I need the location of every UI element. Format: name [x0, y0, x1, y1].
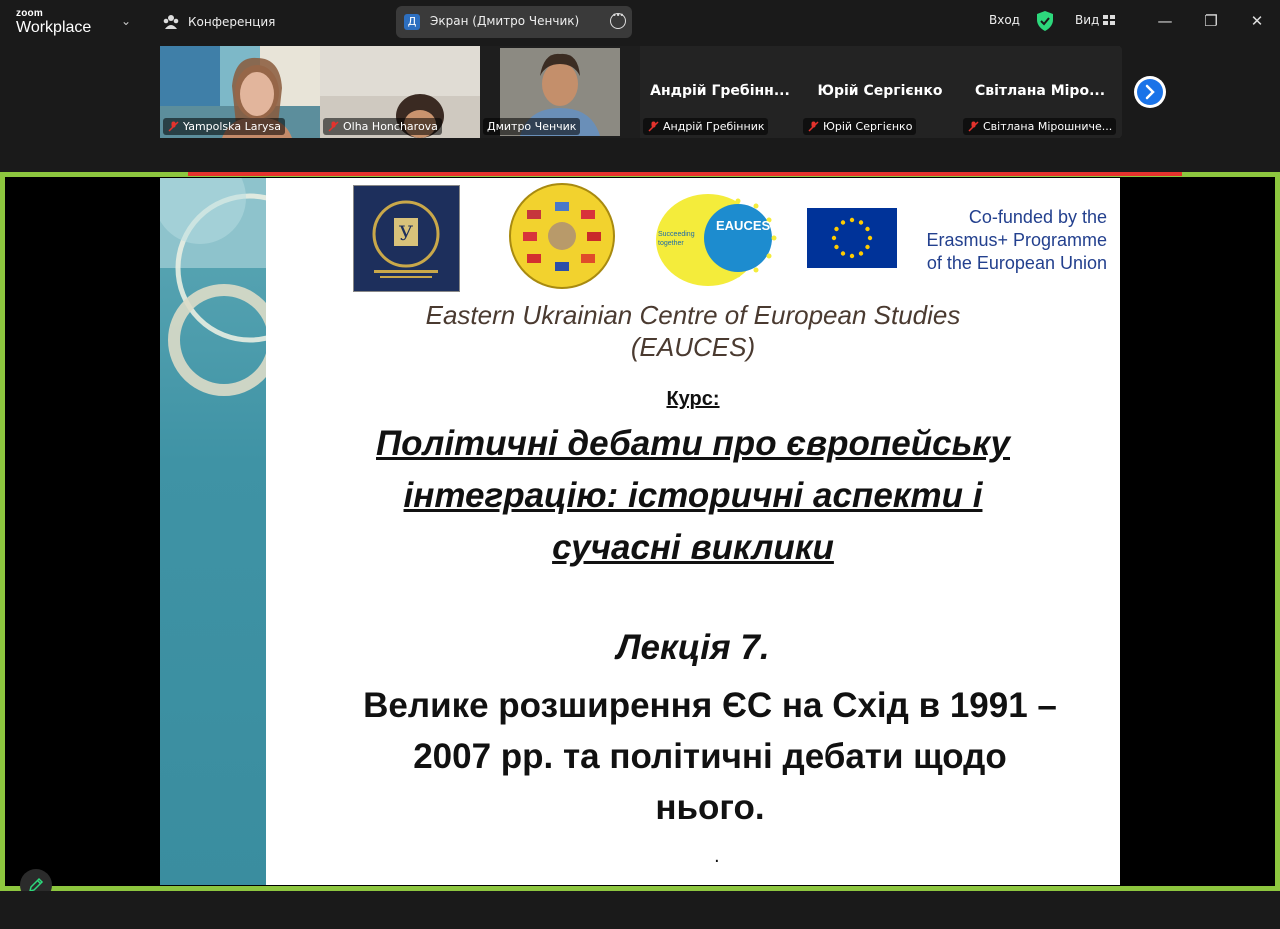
- view-button[interactable]: Вид: [1075, 13, 1116, 27]
- university-logo: У: [353, 185, 460, 292]
- participant-name: Юрій Сергієнко: [823, 120, 913, 133]
- participant-tile[interactable]: Андрій Гребінн... Андрій Гребінник: [640, 46, 800, 138]
- enter-button[interactable]: Вход: [989, 13, 1020, 27]
- course-title-line: інтеграцію: історичні аспекти і: [403, 476, 983, 515]
- minimize-icon[interactable]: —: [1153, 10, 1177, 32]
- course-label: Курс:: [666, 388, 720, 410]
- muted-mic-icon: [168, 121, 179, 132]
- eu-flag: [807, 208, 897, 268]
- muted-mic-icon: [648, 121, 659, 132]
- participant-name-tag: Дмитро Ченчик: [483, 118, 581, 135]
- presentation-slide: У EAUCES Succeeding together Co-funded b…: [160, 178, 1120, 885]
- sharer-avatar: Д: [404, 14, 420, 30]
- bottom-bar: [0, 891, 1280, 929]
- svg-text:У: У: [399, 221, 414, 245]
- participant-display-name: Андрій Гребінн...: [650, 83, 790, 99]
- participant-name-tag: Olha Honcharova: [323, 118, 442, 135]
- course-title-line: Політичні дебати про європейську: [376, 424, 1010, 463]
- participant-name-tag: Yampolska Larysa: [163, 118, 285, 135]
- participants-icon: [163, 15, 179, 29]
- slide-decorative-sidebar: [160, 178, 266, 885]
- chevron-down-icon[interactable]: ⌄: [121, 14, 131, 28]
- participant-name: Світлана Мірошниче...: [983, 120, 1113, 133]
- presentation-progress-bar: [188, 172, 1182, 176]
- cofunded-text: Co-funded by the Erasmus+ Programme of t…: [912, 206, 1107, 275]
- participant-name: Olha Honcharova: [343, 120, 438, 133]
- next-participants-button[interactable]: [1134, 76, 1166, 108]
- screen-share-label: Экран (Дмитро Ченчик): [430, 14, 580, 28]
- security-shield-icon[interactable]: [1035, 10, 1055, 32]
- eauces-logo-text: EAUCES: [716, 218, 771, 233]
- muted-mic-icon: [808, 121, 819, 132]
- chevron-right-icon: [1145, 84, 1155, 100]
- lecture-title: Велике розширення ЄС на Схід в 1991 – 20…: [310, 680, 1110, 833]
- meeting-label: Конференция: [188, 15, 276, 29]
- lecture-title-line: нього.: [655, 788, 765, 827]
- eu-stars-icon: [831, 217, 873, 259]
- course-title-line: сучасні виклики: [552, 528, 834, 567]
- restore-icon[interactable]: ❐: [1199, 10, 1223, 32]
- zoom-workplace-logo: zoom Workplace: [16, 8, 126, 38]
- cofunded-line: Erasmus+ Programme: [926, 230, 1107, 250]
- lecture-number: Лекція 7.: [616, 628, 770, 667]
- course-title: Політичні дебати про європейську інтегра…: [266, 418, 1120, 574]
- muted-mic-icon: [968, 121, 979, 132]
- title-bar: zoom Workplace ⌄ Конференция Д Экран (Дм…: [0, 0, 1280, 44]
- participant-name: Yampolska Larysa: [183, 120, 281, 133]
- grid-view-icon: [1103, 15, 1116, 25]
- participant-filmstrip: Yampolska Larysa Olha Honcharova Дмитро …: [160, 46, 1122, 138]
- eauces-logo: EAUCES Succeeding together: [656, 192, 786, 288]
- trailing-dot: .: [714, 846, 720, 867]
- view-label: Вид: [1075, 13, 1100, 27]
- participant-tile-active-speaker[interactable]: Дмитро Ченчик: [480, 46, 640, 138]
- centre-acronym: (EAUCES): [630, 332, 756, 362]
- lecture-title-line: 2007 рр. та політичні дебати щодо: [413, 737, 1007, 776]
- participant-name: Дмитро Ченчик: [487, 120, 577, 133]
- logo-zoom-text: zoom: [16, 8, 43, 19]
- participant-display-name: Юрій Сергієнко: [817, 83, 943, 99]
- eauces-tagline: Succeeding together: [658, 231, 695, 247]
- muted-mic-icon: [328, 121, 339, 132]
- participant-tile[interactable]: Yampolska Larysa: [160, 46, 320, 138]
- close-icon[interactable]: ✕: [1245, 10, 1269, 32]
- screen-share-indicator[interactable]: Д Экран (Дмитро Ченчик): [396, 6, 632, 38]
- participant-name: Андрій Гребінник: [663, 120, 765, 133]
- lecture-title-line: Велике розширення ЄС на Схід в 1991 –: [363, 686, 1057, 725]
- logo-workplace-text: Workplace: [16, 19, 92, 36]
- participant-name-tag: Юрій Сергієнко: [803, 118, 917, 135]
- participant-name-tag: Світлана Мірошниче...: [963, 118, 1117, 135]
- participant-tile[interactable]: Юрій Сергієнко Юрій Сергієнко: [800, 46, 960, 138]
- participant-display-name: Світлана Міро...: [974, 83, 1106, 99]
- centre-name: Eastern Ukrainian Centre of European Stu…: [425, 300, 961, 330]
- cofunded-line: Co-funded by the: [968, 207, 1107, 227]
- meeting-menu-button[interactable]: Конференция: [162, 12, 275, 32]
- university-crest-icon: У: [372, 200, 440, 278]
- participant-tile[interactable]: Світлана Міро... Світлана Мірошниче...: [960, 46, 1120, 138]
- balkan-studies-centre-logo: [509, 183, 615, 289]
- participant-tile[interactable]: Olha Honcharova: [320, 46, 480, 138]
- cofunded-line: of the European Union: [926, 253, 1107, 273]
- participant-name-tag: Андрій Гребінник: [643, 118, 769, 135]
- more-options-icon[interactable]: [610, 11, 626, 29]
- decorative-rings: [160, 178, 266, 396]
